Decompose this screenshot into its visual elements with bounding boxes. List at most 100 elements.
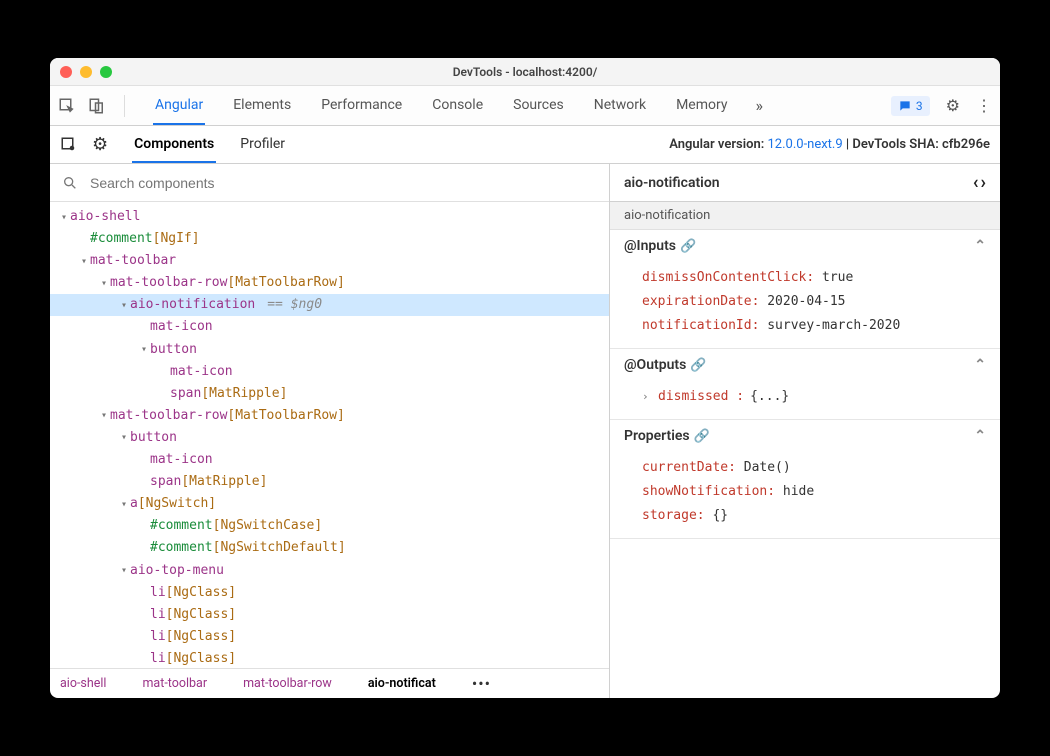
section-body: ›dismissed : {...} xyxy=(610,381,1000,419)
tree-row[interactable]: li[NgClass] xyxy=(50,582,609,604)
tab-memory[interactable]: Memory xyxy=(674,87,729,125)
tabs-overflow-icon[interactable]: » xyxy=(755,96,763,115)
tree-row[interactable]: ▾aio-top-menu xyxy=(50,560,609,582)
link-icon[interactable]: 🔗 xyxy=(694,429,710,444)
messages-badge[interactable]: 3 xyxy=(891,96,930,116)
tree-row[interactable]: mat-icon xyxy=(50,316,609,338)
component-tree-pane: ▾aio-shell#comment[NgIf]▾mat-toolbar▾mat… xyxy=(50,164,610,698)
chevron-right-icon[interactable]: › xyxy=(642,387,652,407)
tree-row[interactable]: #comment[NgSwitchDefault] xyxy=(50,537,609,559)
tree-row[interactable]: ▾a[NgSwitch] xyxy=(50,493,609,515)
chevron-down-icon[interactable]: ▾ xyxy=(118,429,130,446)
gear-icon[interactable]: ⚙ xyxy=(946,96,960,115)
tree-row[interactable]: ▾aio-notification== $ng0 xyxy=(50,294,609,316)
tree-row[interactable]: mat-icon xyxy=(50,449,609,471)
chevron-down-icon[interactable]: ▾ xyxy=(98,407,110,424)
tree-tag: mat-toolbar-row xyxy=(110,272,227,294)
property-value: true xyxy=(822,270,853,285)
breadcrumb-item[interactable]: aio-shell xyxy=(60,676,106,691)
tab-angular[interactable]: Angular xyxy=(153,87,205,125)
devtools-sha: cfb296e xyxy=(942,137,990,152)
chevron-up-icon[interactable]: ⌃ xyxy=(974,238,986,254)
breadcrumb-item[interactable]: aio-notificat xyxy=(368,676,436,691)
subtab-components[interactable]: Components xyxy=(132,127,216,163)
property-row[interactable]: dismissOnContentClick: true xyxy=(642,266,986,290)
nav-prev-icon[interactable]: ‹ xyxy=(973,172,979,193)
maximize-icon[interactable] xyxy=(100,66,112,78)
tree-row[interactable]: span[MatRipple] xyxy=(50,383,609,405)
chevron-down-icon[interactable]: ▾ xyxy=(118,562,130,579)
tree-row[interactable]: ▾button xyxy=(50,339,609,361)
link-icon[interactable]: 🔗 xyxy=(680,239,696,254)
tree-row[interactable]: ▾mat-toolbar xyxy=(50,250,609,272)
tree-row[interactable]: mat-icon xyxy=(50,361,609,383)
tree-tag: mat-icon xyxy=(150,449,213,471)
details-section: @Outputs 🔗 ⌃ ›dismissed : {...} xyxy=(610,349,1000,420)
device-icon[interactable] xyxy=(88,97,106,115)
property-row[interactable]: notificationId: survey-march-2020 xyxy=(642,314,986,338)
property-row[interactable]: storage: {} xyxy=(642,504,986,528)
sub-tabs: Components Profiler xyxy=(132,127,287,163)
chevron-down-icon[interactable]: ▾ xyxy=(98,275,110,292)
kebab-icon[interactable]: ⋮ xyxy=(976,96,992,115)
section-header[interactable]: @Inputs🔗⌃ xyxy=(610,230,1000,262)
main-tabs: Angular Elements Performance Console Sources… xyxy=(153,87,729,125)
details-pane: aio-notification ‹ › aio-notification @I… xyxy=(610,164,1000,698)
details-section: Properties🔗⌃currentDate: Date()showNotif… xyxy=(610,420,1000,539)
chevron-down-icon[interactable]: ▾ xyxy=(138,341,150,358)
section-header[interactable]: @Outputs 🔗 ⌃ xyxy=(610,349,1000,381)
nav-next-icon[interactable]: › xyxy=(981,172,986,193)
tree-row[interactable]: span[MatRipple] xyxy=(50,471,609,493)
tree-row[interactable]: #comment[NgIf] xyxy=(50,228,609,250)
tab-console[interactable]: Console xyxy=(430,87,485,125)
tree-row[interactable]: li[NgClass] xyxy=(50,626,609,648)
tree-row[interactable]: li[NgClass] xyxy=(50,648,609,668)
tab-sources[interactable]: Sources xyxy=(511,87,566,125)
tab-performance[interactable]: Performance xyxy=(319,87,404,125)
tree-row[interactable]: ▾mat-toolbar-row[MatToolbarRow] xyxy=(50,272,609,294)
inspect-icon[interactable] xyxy=(58,97,76,115)
tab-elements[interactable]: Elements xyxy=(231,87,293,125)
minimize-icon[interactable] xyxy=(80,66,92,78)
message-icon xyxy=(898,99,912,113)
search-input[interactable] xyxy=(90,175,597,191)
tree-row[interactable]: ▾mat-toolbar-row[MatToolbarRow] xyxy=(50,405,609,427)
tab-network[interactable]: Network xyxy=(592,87,648,125)
tree-row[interactable]: li[NgClass] xyxy=(50,604,609,626)
tree-row[interactable]: #comment[NgSwitchCase] xyxy=(50,515,609,537)
property-row[interactable]: expirationDate: 2020-04-15 xyxy=(642,290,986,314)
component-tree[interactable]: ▾aio-shell#comment[NgIf]▾mat-toolbar▾mat… xyxy=(50,202,609,668)
section-title: @Outputs xyxy=(624,357,686,373)
chevron-down-icon[interactable]: ▾ xyxy=(118,297,130,314)
section-header[interactable]: Properties🔗⌃ xyxy=(610,420,1000,452)
settings-icon[interactable]: ⚙ xyxy=(92,134,108,155)
tree-tag: span xyxy=(170,383,201,405)
chevron-down-icon[interactable]: ▾ xyxy=(58,209,70,226)
link-icon[interactable]: 🔗 xyxy=(690,358,706,373)
chevron-down-icon[interactable]: ▾ xyxy=(118,496,130,513)
tree-tag: mat-icon xyxy=(170,361,233,383)
property-key: notificationId: xyxy=(642,318,767,333)
pick-component-icon[interactable] xyxy=(60,136,78,154)
breadcrumb-item[interactable]: mat-toolbar xyxy=(142,676,207,691)
property-value: {} xyxy=(712,508,728,523)
property-row[interactable]: showNotification: hide xyxy=(642,480,986,504)
tree-directive: [NgClass] xyxy=(166,626,236,648)
version-info: Angular version: 12.0.0-next.9 | DevTool… xyxy=(669,137,990,152)
breadcrumb-more-icon[interactable]: ••• xyxy=(472,674,491,693)
close-icon[interactable] xyxy=(60,66,72,78)
tree-row[interactable]: ▾button xyxy=(50,427,609,449)
tree-directive: [NgIf] xyxy=(153,228,200,250)
chevron-up-icon[interactable]: ⌃ xyxy=(974,357,986,373)
messages-count: 3 xyxy=(916,99,923,113)
output-row[interactable]: ›dismissed : {...} xyxy=(642,385,986,409)
chevron-down-icon[interactable]: ▾ xyxy=(78,253,90,270)
tree-row[interactable]: ▾aio-shell xyxy=(50,206,609,228)
property-row[interactable]: currentDate: Date() xyxy=(642,456,986,480)
tree-directive: [NgSwitchCase] xyxy=(213,515,323,537)
subtab-profiler[interactable]: Profiler xyxy=(238,127,287,163)
tree-comment: #comment xyxy=(150,515,213,537)
breadcrumb-item[interactable]: mat-toolbar-row xyxy=(243,676,332,691)
property-key: storage: xyxy=(642,508,712,523)
chevron-up-icon[interactable]: ⌃ xyxy=(974,428,986,444)
